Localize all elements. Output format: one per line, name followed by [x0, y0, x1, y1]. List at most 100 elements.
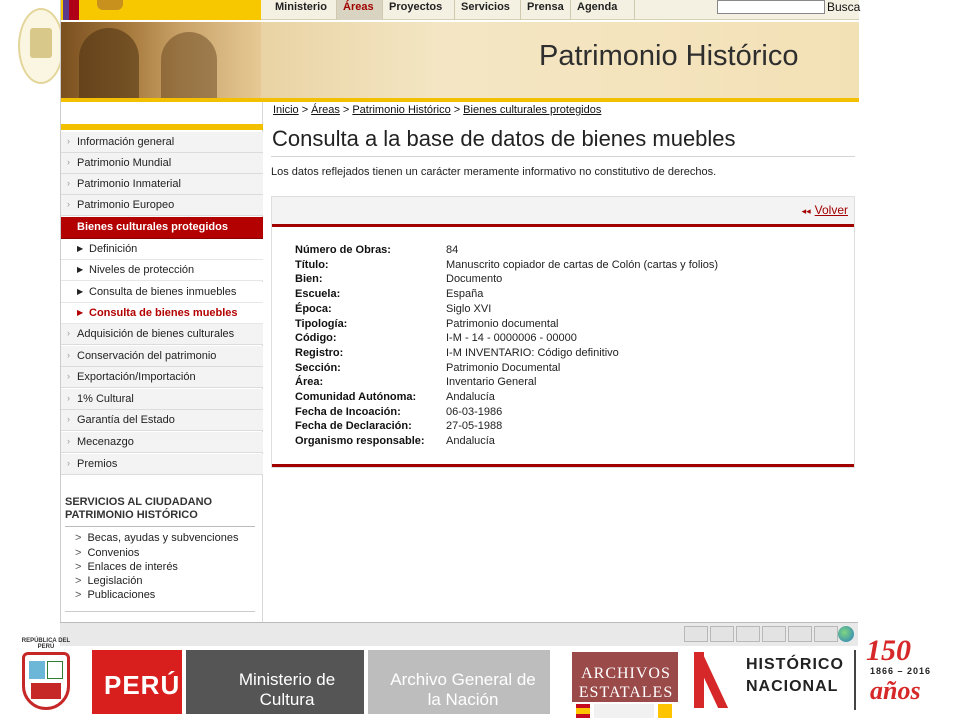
- footer-logos: REPÚBLICA DEL PERÚ PERÚ Ministerio de Cu…: [0, 630, 960, 720]
- sidebar-item-bienes-culturales-protegidos[interactable]: Bienes culturales protegidos: [61, 217, 263, 239]
- sidebar-item-patrimonio-mundial[interactable]: › Patrimonio Mundial: [61, 153, 263, 174]
- record-value: Manuscrito copiador de cartas de Colón (…: [446, 258, 719, 271]
- record-value: España: [446, 288, 484, 301]
- service-link-publicaciones[interactable]: > Publicaciones: [75, 589, 155, 601]
- anniversary-word: años: [870, 676, 921, 705]
- header-banner: Patrimonio Histórico: [61, 22, 859, 98]
- record-label: Título:: [295, 258, 329, 271]
- record-value: Documento: [446, 273, 503, 286]
- chevron-right-icon: ›: [67, 371, 70, 381]
- tab-areas[interactable]: Áreas: [337, 0, 383, 20]
- triangle-right-icon: ▶: [77, 308, 84, 317]
- ministerio-text: Ministerio de Cultura: [238, 670, 336, 709]
- record-card: ◂◂ Volver Número de Obras: 84 Título: Manusc…: [271, 196, 855, 468]
- record-value: Patrimonio documental: [446, 317, 559, 330]
- service-link-becas[interactable]: > Becas, ayudas y subvenciones: [75, 532, 238, 544]
- service-link-convenios[interactable]: > Convenios: [75, 547, 139, 559]
- record-value: Inventario General: [446, 376, 537, 389]
- chevron-right-icon: ›: [67, 350, 70, 360]
- browser-page: Ministerio Áreas Proyectos Servicios Pre…: [60, 0, 860, 622]
- record-label: Tipología:: [295, 317, 348, 330]
- record-label: Número de Obras:: [295, 244, 391, 256]
- sidebar-item-informacion-general[interactable]: › Información general: [61, 132, 263, 153]
- peru-coat-of-arms-icon: REPÚBLICA DEL PERÚ: [14, 634, 78, 718]
- sidebar-subitem-definicion[interactable]: ▶ Definición: [61, 239, 263, 260]
- record-label: Registro:: [295, 346, 344, 359]
- disclaimer-text: Los datos reflejados tienen un carácter …: [271, 166, 717, 178]
- triangle-right-icon: ▶: [77, 265, 84, 274]
- tab-ministerio[interactable]: Ministerio: [269, 0, 337, 20]
- sidebar-item-garantia-estado[interactable]: › Garantía del Estado: [61, 410, 263, 431]
- breadcrumb: Inicio > Áreas > Patrimonio Histórico > Bienes…: [273, 104, 602, 116]
- breadcrumb-areas[interactable]: Áreas: [311, 104, 340, 116]
- tab-prensa[interactable]: Prensa: [521, 0, 571, 20]
- record-label: Organismo responsable:: [295, 435, 425, 448]
- record-value: I-M INVENTARIO: Código definitivo: [446, 346, 619, 359]
- search-button[interactable]: Busca: [827, 0, 860, 14]
- record-label: Área:: [295, 376, 324, 389]
- record-value: Siglo XVI: [446, 302, 492, 315]
- sidebar-item-mecenazgo[interactable]: › Mecenazgo: [61, 432, 263, 453]
- sidebar-item-conservacion[interactable]: › Conservación del patrimonio: [61, 346, 263, 367]
- screenshot-stage: Ministerio Áreas Proyectos Servicios Pre…: [0, 0, 960, 720]
- sidebar-item-exportacion[interactable]: › Exportación/Importación: [61, 367, 263, 388]
- double-chevron-left-icon: ◂◂: [801, 206, 811, 216]
- spain-government-strip: [572, 702, 678, 720]
- sidebar-subitem-bienes-inmuebles[interactable]: ▶ Consulta de bienes inmuebles: [61, 282, 263, 303]
- record-value: Andalucía: [446, 391, 495, 403]
- service-link-legislacion[interactable]: > Legislación: [75, 575, 142, 587]
- record-label: Bien:: [295, 273, 323, 286]
- service-link-enlaces[interactable]: > Enlaces de interés: [75, 561, 178, 573]
- alhambra-arch-image: [61, 22, 261, 98]
- services-heading-line2: PATRIMONIO HISTÓRICO: [65, 509, 198, 521]
- record-label: Código:: [295, 332, 337, 345]
- chevron-right-icon: ›: [67, 136, 70, 146]
- record-label: Comunidad Autónoma:: [295, 391, 417, 403]
- peru-text: PERÚ: [104, 670, 181, 700]
- anniversary-number: 150: [866, 634, 911, 667]
- chevron-right-icon: ›: [67, 157, 70, 167]
- sidebar-subitem-niveles-proteccion[interactable]: ▶ Niveles de protección: [61, 260, 263, 281]
- sidebar-subitem-bienes-muebles[interactable]: ▶ Consulta de bienes muebles: [61, 303, 263, 324]
- search-input[interactable]: [717, 0, 825, 14]
- record-value: 84: [446, 244, 459, 256]
- chevron-right-icon: ›: [67, 178, 70, 188]
- section-title: Patrimonio Histórico: [539, 40, 799, 72]
- breadcrumb-patrimonio[interactable]: Patrimonio Histórico: [352, 104, 450, 116]
- sidebar-item-patrimonio-europeo[interactable]: › Patrimonio Europeo: [61, 195, 263, 216]
- record-label: Fecha de Incoación:: [295, 405, 401, 418]
- sidebar: › Información general › Patrimonio Mundial…: [61, 102, 263, 622]
- record-label: Sección:: [295, 361, 341, 374]
- record-label: Época:: [295, 302, 332, 315]
- historico-nacional-mark-icon: [693, 652, 740, 708]
- sidebar-item-patrimonio-inmaterial[interactable]: › Patrimonio Inmaterial: [61, 174, 263, 195]
- sidebar-item-premios[interactable]: › Premios: [61, 454, 263, 475]
- record-label: Escuela:: [295, 288, 341, 301]
- tab-proyectos[interactable]: Proyectos: [383, 0, 455, 20]
- historico-line1: HISTÓRICO: [746, 656, 844, 673]
- breadcrumb-inicio[interactable]: Inicio: [273, 104, 299, 116]
- sidebar-item-1-cultural[interactable]: › 1% Cultural: [61, 389, 263, 410]
- archivo-general-logo: Archivo General de la Nación: [368, 650, 550, 714]
- archivo-text: Archivo General de la Nación: [390, 670, 536, 709]
- historico-nacional-logo: HISTÓRICO NACIONAL: [746, 654, 844, 698]
- record-value: I-M - 14 - 0000006 - 00000: [446, 332, 577, 345]
- record-card-header: ◂◂ Volver: [272, 197, 854, 227]
- anniversary-logo: 150 1866 – 2016 años: [866, 634, 956, 714]
- chevron-right-icon: ›: [67, 328, 70, 338]
- chevron-right-icon: ›: [67, 393, 70, 403]
- record-label: Fecha de Declaración:: [295, 420, 412, 433]
- tab-servicios[interactable]: Servicios: [455, 0, 521, 20]
- tab-agenda[interactable]: Agenda: [571, 0, 635, 20]
- breadcrumb-bienes[interactable]: Bienes culturales protegidos: [463, 104, 601, 116]
- record-value: Andalucía: [446, 435, 495, 448]
- record-value: 27-05-1988: [446, 420, 503, 433]
- ministry-logo[interactable]: [61, 0, 261, 20]
- anniversary-years: 1866 – 2016: [870, 666, 932, 676]
- historico-line2: NACIONAL: [746, 678, 839, 695]
- back-link[interactable]: ◂◂ Volver: [802, 203, 848, 217]
- chevron-right-icon: ›: [67, 436, 70, 446]
- chevron-right-icon: ›: [67, 458, 70, 468]
- sidebar-item-adquisicion[interactable]: › Adquisición de bienes culturales: [61, 324, 263, 345]
- services-heading-line1: SERVICIOS AL CIUDADANO: [65, 496, 213, 508]
